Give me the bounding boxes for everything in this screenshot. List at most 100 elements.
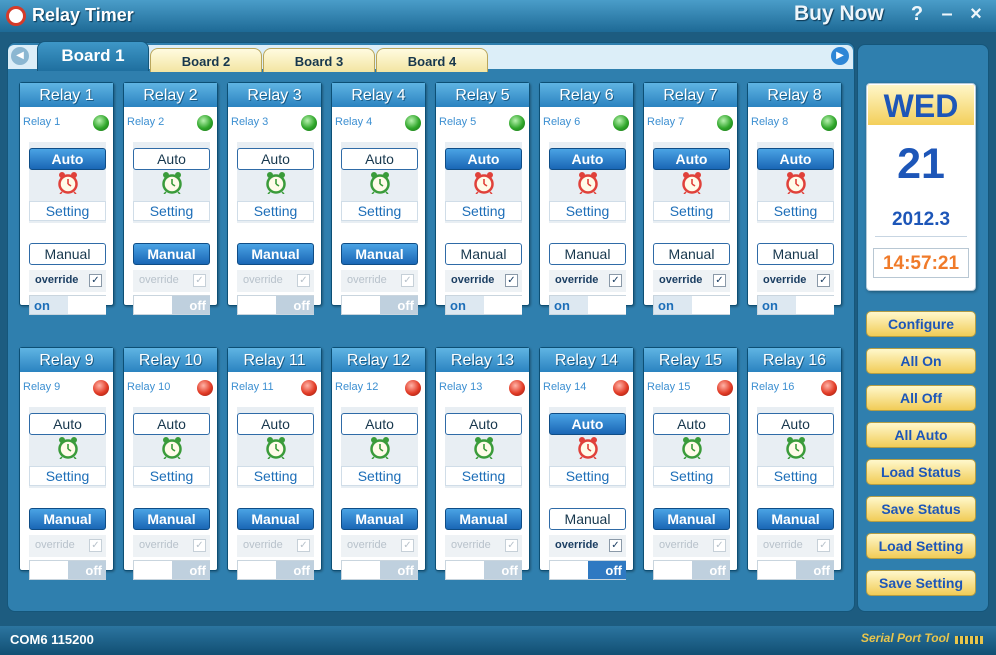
override-checkbox[interactable]: ✓ bbox=[89, 274, 102, 287]
manual-button[interactable]: Manual bbox=[653, 508, 730, 530]
on-off-toggle[interactable]: off bbox=[237, 560, 314, 580]
override-checkbox[interactable]: ✓ bbox=[401, 539, 414, 552]
override-checkbox[interactable]: ✓ bbox=[505, 539, 518, 552]
auto-button[interactable]: Auto bbox=[133, 148, 210, 170]
setting-button[interactable]: Setting bbox=[445, 466, 522, 486]
help-button[interactable]: ? bbox=[906, 3, 928, 26]
override-checkbox[interactable]: ✓ bbox=[817, 274, 830, 287]
override-checkbox[interactable]: ✓ bbox=[89, 539, 102, 552]
manual-button[interactable]: Manual bbox=[757, 508, 834, 530]
auto-button[interactable]: Auto bbox=[653, 413, 730, 435]
auto-button[interactable]: Auto bbox=[341, 148, 418, 170]
manual-button[interactable]: Manual bbox=[757, 243, 834, 265]
all-auto-button[interactable]: All Auto bbox=[866, 422, 976, 448]
auto-button[interactable]: Auto bbox=[445, 413, 522, 435]
auto-button[interactable]: Auto bbox=[549, 413, 626, 435]
override-checkbox[interactable]: ✓ bbox=[193, 539, 206, 552]
auto-button[interactable]: Auto bbox=[341, 413, 418, 435]
manual-button[interactable]: Manual bbox=[341, 508, 418, 530]
on-off-toggle[interactable]: off bbox=[133, 560, 210, 580]
load-setting-button[interactable]: Load Setting bbox=[866, 533, 976, 559]
setting-button[interactable]: Setting bbox=[549, 201, 626, 221]
manual-button[interactable]: Manual bbox=[133, 243, 210, 265]
auto-button[interactable]: Auto bbox=[653, 148, 730, 170]
on-off-toggle[interactable]: off bbox=[341, 560, 418, 580]
override-checkbox[interactable]: ✓ bbox=[297, 539, 310, 552]
setting-button[interactable]: Setting bbox=[341, 466, 418, 486]
on-off-toggle[interactable]: off bbox=[757, 560, 834, 580]
setting-button[interactable]: Setting bbox=[133, 201, 210, 221]
setting-button[interactable]: Setting bbox=[237, 466, 314, 486]
auto-button[interactable]: Auto bbox=[445, 148, 522, 170]
tab-board-2[interactable]: Board 2 bbox=[150, 48, 262, 72]
on-off-toggle[interactable]: off bbox=[133, 295, 210, 315]
manual-button[interactable]: Manual bbox=[653, 243, 730, 265]
setting-button[interactable]: Setting bbox=[29, 201, 106, 221]
setting-button[interactable]: Setting bbox=[341, 201, 418, 221]
auto-button[interactable]: Auto bbox=[237, 148, 314, 170]
manual-button[interactable]: Manual bbox=[445, 508, 522, 530]
save-status-button[interactable]: Save Status bbox=[866, 496, 976, 522]
tab-board-4[interactable]: Board 4 bbox=[376, 48, 488, 72]
close-button[interactable]: × bbox=[965, 3, 987, 26]
on-off-toggle[interactable]: on bbox=[29, 295, 106, 315]
setting-button[interactable]: Setting bbox=[549, 466, 626, 486]
setting-button[interactable]: Setting bbox=[757, 201, 834, 221]
manual-button[interactable]: Manual bbox=[29, 508, 106, 530]
override-checkbox[interactable]: ✓ bbox=[713, 274, 726, 287]
on-off-toggle[interactable]: on bbox=[549, 295, 626, 315]
auto-button[interactable]: Auto bbox=[29, 148, 106, 170]
override-checkbox[interactable]: ✓ bbox=[713, 539, 726, 552]
setting-button[interactable]: Setting bbox=[757, 466, 834, 486]
on-off-toggle[interactable]: off bbox=[653, 560, 730, 580]
setting-button[interactable]: Setting bbox=[29, 466, 106, 486]
auto-button[interactable]: Auto bbox=[237, 413, 314, 435]
save-setting-button[interactable]: Save Setting bbox=[866, 570, 976, 596]
auto-button[interactable]: Auto bbox=[133, 413, 210, 435]
setting-button[interactable]: Setting bbox=[653, 466, 730, 486]
alarm-clock-icon bbox=[473, 171, 495, 195]
on-off-toggle[interactable]: off bbox=[237, 295, 314, 315]
configure-button[interactable]: Configure bbox=[866, 311, 976, 337]
setting-button[interactable]: Setting bbox=[445, 201, 522, 221]
buy-now-button[interactable]: Buy Now bbox=[794, 2, 884, 26]
override-checkbox[interactable]: ✓ bbox=[297, 274, 310, 287]
manual-button[interactable]: Manual bbox=[29, 243, 106, 265]
on-off-toggle[interactable]: off bbox=[29, 560, 106, 580]
manual-button[interactable]: Manual bbox=[341, 243, 418, 265]
tab-board-3[interactable]: Board 3 bbox=[263, 48, 375, 72]
setting-button[interactable]: Setting bbox=[653, 201, 730, 221]
auto-button[interactable]: Auto bbox=[757, 148, 834, 170]
manual-button[interactable]: Manual bbox=[445, 243, 522, 265]
manual-button[interactable]: Manual bbox=[237, 508, 314, 530]
on-off-toggle[interactable]: off bbox=[445, 560, 522, 580]
left-arrow-icon[interactable]: ◀ bbox=[11, 47, 29, 65]
manual-button[interactable]: Manual bbox=[549, 508, 626, 530]
override-checkbox[interactable]: ✓ bbox=[609, 274, 622, 287]
on-off-toggle[interactable]: on bbox=[653, 295, 730, 315]
on-off-toggle[interactable]: on bbox=[757, 295, 834, 315]
on-off-toggle[interactable]: off bbox=[341, 295, 418, 315]
all-off-button[interactable]: All Off bbox=[866, 385, 976, 411]
auto-button[interactable]: Auto bbox=[549, 148, 626, 170]
override-checkbox[interactable]: ✓ bbox=[817, 539, 830, 552]
manual-button[interactable]: Manual bbox=[133, 508, 210, 530]
manual-button[interactable]: Manual bbox=[549, 243, 626, 265]
auto-button[interactable]: Auto bbox=[29, 413, 106, 435]
minimize-button[interactable]: – bbox=[936, 3, 958, 26]
tab-board-1[interactable]: Board 1 bbox=[37, 41, 149, 71]
right-arrow-icon[interactable]: ▶ bbox=[831, 47, 849, 65]
override-checkbox[interactable]: ✓ bbox=[193, 274, 206, 287]
on-off-toggle[interactable]: on bbox=[445, 295, 522, 315]
setting-button[interactable]: Setting bbox=[237, 201, 314, 221]
auto-button[interactable]: Auto bbox=[757, 413, 834, 435]
override-checkbox[interactable]: ✓ bbox=[505, 274, 518, 287]
on-off-toggle[interactable]: off bbox=[549, 560, 626, 580]
toggle-track bbox=[68, 296, 106, 314]
setting-button[interactable]: Setting bbox=[133, 466, 210, 486]
all-on-button[interactable]: All On bbox=[866, 348, 976, 374]
manual-button[interactable]: Manual bbox=[237, 243, 314, 265]
override-checkbox[interactable]: ✓ bbox=[401, 274, 414, 287]
override-checkbox[interactable]: ✓ bbox=[609, 539, 622, 552]
load-status-button[interactable]: Load Status bbox=[866, 459, 976, 485]
